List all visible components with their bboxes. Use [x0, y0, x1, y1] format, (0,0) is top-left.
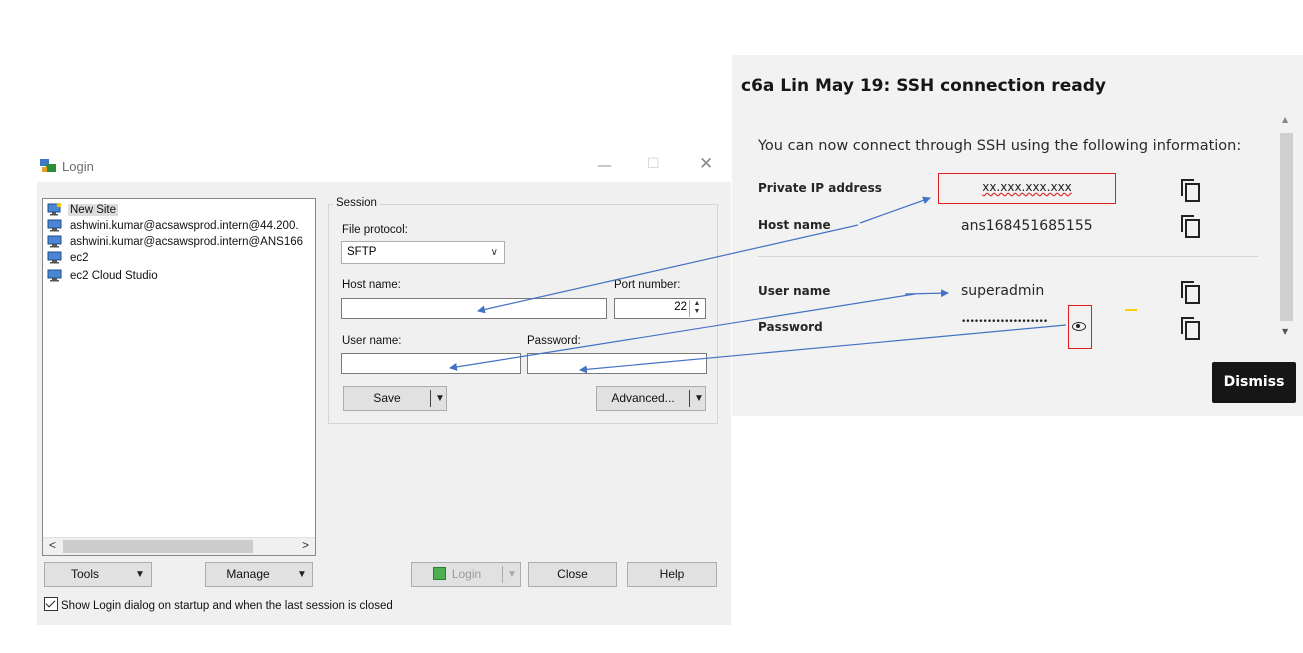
advanced-dropdown-icon[interactable]: ▼	[694, 387, 704, 410]
show-login-checkbox[interactable]	[44, 597, 58, 611]
window-title: Login	[62, 159, 94, 174]
tree-item-new-site[interactable]: New Site	[47, 202, 119, 218]
minimize-button[interactable]: —	[597, 156, 612, 174]
close-window-button[interactable]: ✕	[699, 154, 713, 174]
tree-item-label: ashwini.kumar@acsawsprod.intern@44.200.	[70, 220, 299, 232]
vertical-scrollbar[interactable]: ▲ ▼	[1280, 115, 1295, 345]
scroll-down-icon[interactable]: ▼	[1282, 327, 1288, 336]
horizontal-scrollbar[interactable]: < >	[43, 537, 315, 555]
show-login-checkbox-label: Show Login dialog on startup and when th…	[61, 600, 393, 612]
password-label: Password	[758, 320, 823, 334]
copy-password-icon[interactable]	[1181, 317, 1200, 340]
host-name-label: Host name	[758, 218, 831, 232]
file-protocol-value: SFTP	[347, 246, 377, 258]
file-protocol-select[interactable]: SFTP ∨	[341, 241, 505, 264]
show-login-checkbox-row[interactable]: Show Login dialog on startup and when th…	[44, 597, 393, 612]
save-dropdown-icon[interactable]: ▼	[435, 387, 445, 410]
file-protocol-label: File protocol:	[342, 224, 408, 236]
port-spinner-icon[interactable]: ▲ ▼	[689, 300, 704, 317]
close-button[interactable]: Close	[528, 562, 617, 587]
tree-item-site[interactable]: ashwini.kumar@acsawsprod.intern@44.200.	[47, 218, 301, 234]
advanced-button-label: Advanced...	[611, 391, 675, 405]
scroll-thumb[interactable]	[63, 540, 253, 553]
computer-icon	[47, 251, 62, 264]
login-icon	[432, 567, 446, 580]
copy-private-ip-icon[interactable]	[1181, 179, 1200, 202]
user-name-label: User name:	[342, 335, 402, 347]
yellow-marker	[1125, 309, 1137, 311]
port-number-value: 22	[674, 301, 687, 313]
private-ip-highlight-box: xx.xxx.xxx.xxx	[938, 173, 1116, 204]
save-split-divider	[430, 390, 431, 407]
port-number-label: Port number:	[614, 279, 681, 291]
user-name-value: superadmin	[961, 283, 1045, 299]
new-site-icon	[47, 203, 62, 216]
port-number-input[interactable]: 22 ▲ ▼	[614, 298, 706, 319]
copy-user-name-icon[interactable]	[1181, 281, 1200, 304]
help-button[interactable]: Help	[627, 562, 717, 587]
computer-icon	[47, 235, 62, 248]
password-value: ••••••••••••••••••••	[961, 317, 1048, 327]
login-button-content: Login	[412, 563, 502, 586]
tools-dropdown-icon: ▼	[135, 569, 145, 580]
advanced-split-divider	[689, 390, 690, 407]
user-name-input[interactable]	[341, 353, 521, 374]
tree-item-site[interactable]: ec2	[47, 250, 91, 266]
maximize-button[interactable]: ☐	[647, 156, 660, 172]
winscp-logo-icon	[40, 159, 56, 172]
manage-dropdown-icon: ▼	[297, 569, 307, 580]
show-password-eye-icon[interactable]	[1072, 322, 1086, 331]
login-window: Login — ☐ ✕ New Site ashwini.kumar@acsaw…	[37, 150, 731, 625]
tree-item-label: ashwini.kumar@acsawsprod.intern@ANS166	[70, 236, 304, 248]
tree-item-site[interactable]: ec2 Cloud Studio	[47, 268, 160, 284]
save-button[interactable]: Save ▼	[343, 386, 447, 411]
save-button-label: Save	[373, 391, 401, 405]
session-legend: Session	[333, 197, 380, 209]
ssh-panel-description: You can now connect through SSH using th…	[758, 138, 1242, 154]
private-ip-value: xx.xxx.xxx.xxx	[982, 180, 1072, 194]
login-split-divider	[502, 566, 503, 583]
ssh-panel-title: c6a Lin May 19: SSH connection ready	[741, 76, 1106, 96]
dismiss-button[interactable]: Dismiss	[1212, 362, 1296, 403]
password-input[interactable]	[527, 353, 707, 374]
manage-button-label: Manage	[226, 567, 270, 581]
host-name-label: Host name:	[342, 279, 401, 291]
tools-button-label: Tools	[70, 567, 99, 581]
tree-item-label: ec2	[70, 252, 89, 264]
user-name-label: User name	[758, 284, 831, 298]
tree-item-site[interactable]: ashwini.kumar@acsawsprod.intern@ANS166	[47, 234, 305, 250]
scroll-up-icon[interactable]: ▲	[1282, 115, 1288, 124]
title-bar: Login — ☐ ✕	[37, 150, 731, 182]
scroll-thumb[interactable]	[1280, 133, 1293, 321]
ssh-connection-panel: c6a Lin May 19: SSH connection ready You…	[732, 55, 1303, 416]
computer-icon	[47, 269, 62, 282]
login-button-label: Login	[451, 567, 482, 581]
login-dropdown-icon[interactable]: ▼	[507, 563, 517, 586]
tree-item-label: New Site	[68, 204, 119, 216]
copy-host-name-icon[interactable]	[1181, 215, 1200, 238]
host-name-value: ans168451685155	[961, 218, 1093, 234]
scroll-left-icon[interactable]: <	[49, 538, 56, 552]
tools-button[interactable]: Tools ▼	[44, 562, 152, 587]
password-label: Password:	[527, 335, 581, 347]
divider	[758, 256, 1258, 257]
advanced-button[interactable]: Advanced... ▼	[596, 386, 706, 411]
chevron-down-icon: ∨	[490, 247, 498, 258]
scroll-right-icon[interactable]: >	[302, 538, 309, 552]
login-button[interactable]: Login ▼	[411, 562, 521, 587]
private-ip-label: Private IP address	[758, 181, 882, 195]
computer-icon	[47, 219, 62, 232]
manage-button[interactable]: Manage ▼	[205, 562, 313, 587]
site-tree[interactable]: New Site ashwini.kumar@acsawsprod.intern…	[42, 198, 316, 556]
host-name-input[interactable]	[341, 298, 607, 319]
tree-item-label: ec2 Cloud Studio	[70, 270, 158, 282]
